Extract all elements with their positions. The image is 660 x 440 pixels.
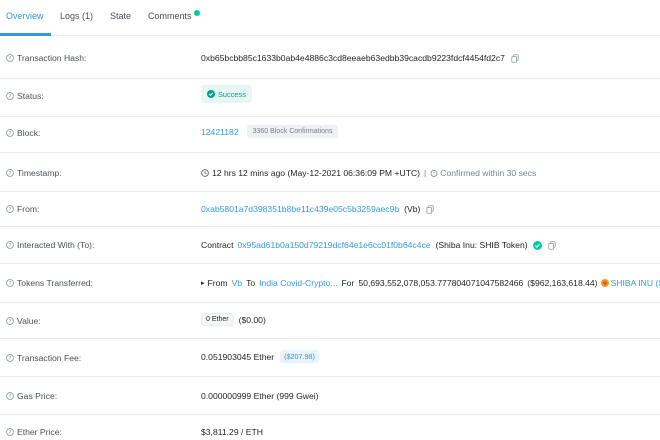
row-status: Status: Success	[0, 79, 660, 117]
row-interacted-with: Interacted With (To): Contract 0x95ad61b…	[0, 227, 660, 264]
question-icon	[6, 169, 14, 177]
question-icon	[6, 428, 14, 436]
transfer-usd-value: ($962,163,618.44)	[527, 278, 598, 288]
row-timestamp: Timestamp: 12 hrs 12 mins ago (May-12-20…	[0, 153, 660, 192]
transfer-amount: 50,693,552,078,053.777804071047582466	[358, 278, 524, 288]
contract-address-link[interactable]: 0x95ad61b0a150d79219dcf64e1e6cc01f0b64c4…	[237, 240, 430, 250]
transaction-fee-label: Transaction Fee:	[17, 353, 82, 363]
check-circle-icon	[207, 90, 215, 98]
question-icon	[6, 92, 14, 100]
contract-prefix: Contract	[201, 240, 234, 250]
transaction-fee-usd-badge: ($207.98)	[280, 350, 319, 363]
tab-logs[interactable]: Logs (1)	[60, 11, 93, 21]
transaction-hash-label: Transaction Hash:	[17, 53, 87, 63]
question-icon	[6, 392, 14, 400]
question-icon	[6, 54, 14, 62]
block-label: Block:	[17, 128, 41, 138]
gas-price-value: 0.000000999 Ether (999 Gwei)	[201, 391, 319, 401]
row-transaction-hash: Transaction Hash: 0xb65bcbb85c1633b0ab4e…	[0, 36, 660, 79]
block-number-link[interactable]: 12421182	[201, 127, 239, 137]
question-icon	[6, 241, 14, 249]
shiba-token-icon	[600, 279, 609, 287]
transfer-to-link[interactable]: India Covid-Crypto...	[259, 278, 337, 288]
tokens-transferred-label: Tokens Transferred:	[17, 278, 93, 288]
verified-check-icon	[532, 240, 542, 250]
from-name-tag: (Vb)	[404, 204, 421, 214]
timestamp-separator: |	[424, 168, 427, 178]
question-icon	[6, 205, 14, 213]
status-label: Status:	[17, 91, 44, 101]
tab-overview[interactable]: Overview	[6, 11, 44, 21]
transaction-hash-value: 0xb65bcbb85c1633b0ab4e4886c3cd8eeaeb63ed…	[201, 53, 505, 63]
row-block: Block: 12421182 3360 Block Confirmations	[0, 117, 660, 153]
token-link[interactable]: SHIBA INU (SHIB)	[611, 278, 660, 288]
status-value: Success	[218, 89, 246, 99]
timestamp-value: 12 hrs 12 mins ago (May-12-2021 06:36:09…	[212, 168, 421, 178]
timer-icon	[430, 169, 438, 177]
gas-price-label: Gas Price:	[17, 391, 58, 401]
interacted-with-label: Interacted With (To):	[17, 240, 95, 250]
row-from: From: 0xab5801a7d398351b8be11c439e05c5b3…	[0, 192, 660, 227]
block-confirmations-badge: 3360 Block Confirmations	[246, 125, 339, 138]
row-transaction-fee: Transaction Fee: 0.051903045 Ether ($207…	[0, 339, 660, 377]
question-icon	[6, 354, 14, 362]
caret-right-icon: ▸	[201, 280, 205, 287]
transfer-to-text: To	[246, 278, 256, 288]
status-badge: Success	[201, 85, 252, 103]
transfer-from-link[interactable]: Vb	[232, 278, 243, 288]
value-label: Value:	[17, 316, 41, 326]
copy-icon[interactable]	[426, 205, 434, 214]
copy-icon[interactable]	[548, 241, 556, 250]
comments-notification-dot	[194, 10, 200, 16]
transaction-fee-value: 0.051903045 Ether	[201, 351, 275, 362]
from-address-link[interactable]: 0xab5801a7d398351b8be11c439e05c5b3259aec…	[201, 204, 399, 214]
confirmed-within-text: Confirmed within 30 secs	[440, 168, 537, 178]
question-icon	[6, 129, 14, 137]
transfer-from-text: From	[207, 278, 228, 288]
timestamp-label: Timestamp:	[17, 168, 62, 178]
clock-icon	[201, 169, 209, 177]
ether-price-value: $3,811.29 / ETH	[201, 427, 263, 437]
value-ether-badge: 0 Ether	[201, 313, 234, 326]
row-gas-price: Gas Price: 0.000000999 Ether (999 Gwei)	[0, 377, 660, 415]
question-icon	[6, 317, 14, 325]
tab-bar: Overview Logs (1) State Comments	[0, 0, 660, 36]
value-usd: ($0.00)	[238, 314, 266, 325]
ether-price-label: Ether Price:	[17, 427, 62, 437]
contract-name: (Shiba Inu: SHIB Token)	[435, 240, 528, 250]
row-tokens-transferred: Tokens Transferred: ▸ From Vb To India C…	[0, 264, 660, 303]
transfer-for-text: For	[341, 278, 355, 288]
from-label: From:	[17, 204, 40, 214]
tab-state[interactable]: State	[110, 11, 131, 21]
row-ether-price: Ether Price: $3,811.29 / ETH	[0, 415, 660, 440]
tab-comments[interactable]: Comments	[148, 11, 192, 21]
question-icon	[6, 279, 14, 287]
row-value: Value: 0 Ether ($0.00)	[0, 303, 660, 339]
copy-icon[interactable]	[511, 54, 519, 63]
